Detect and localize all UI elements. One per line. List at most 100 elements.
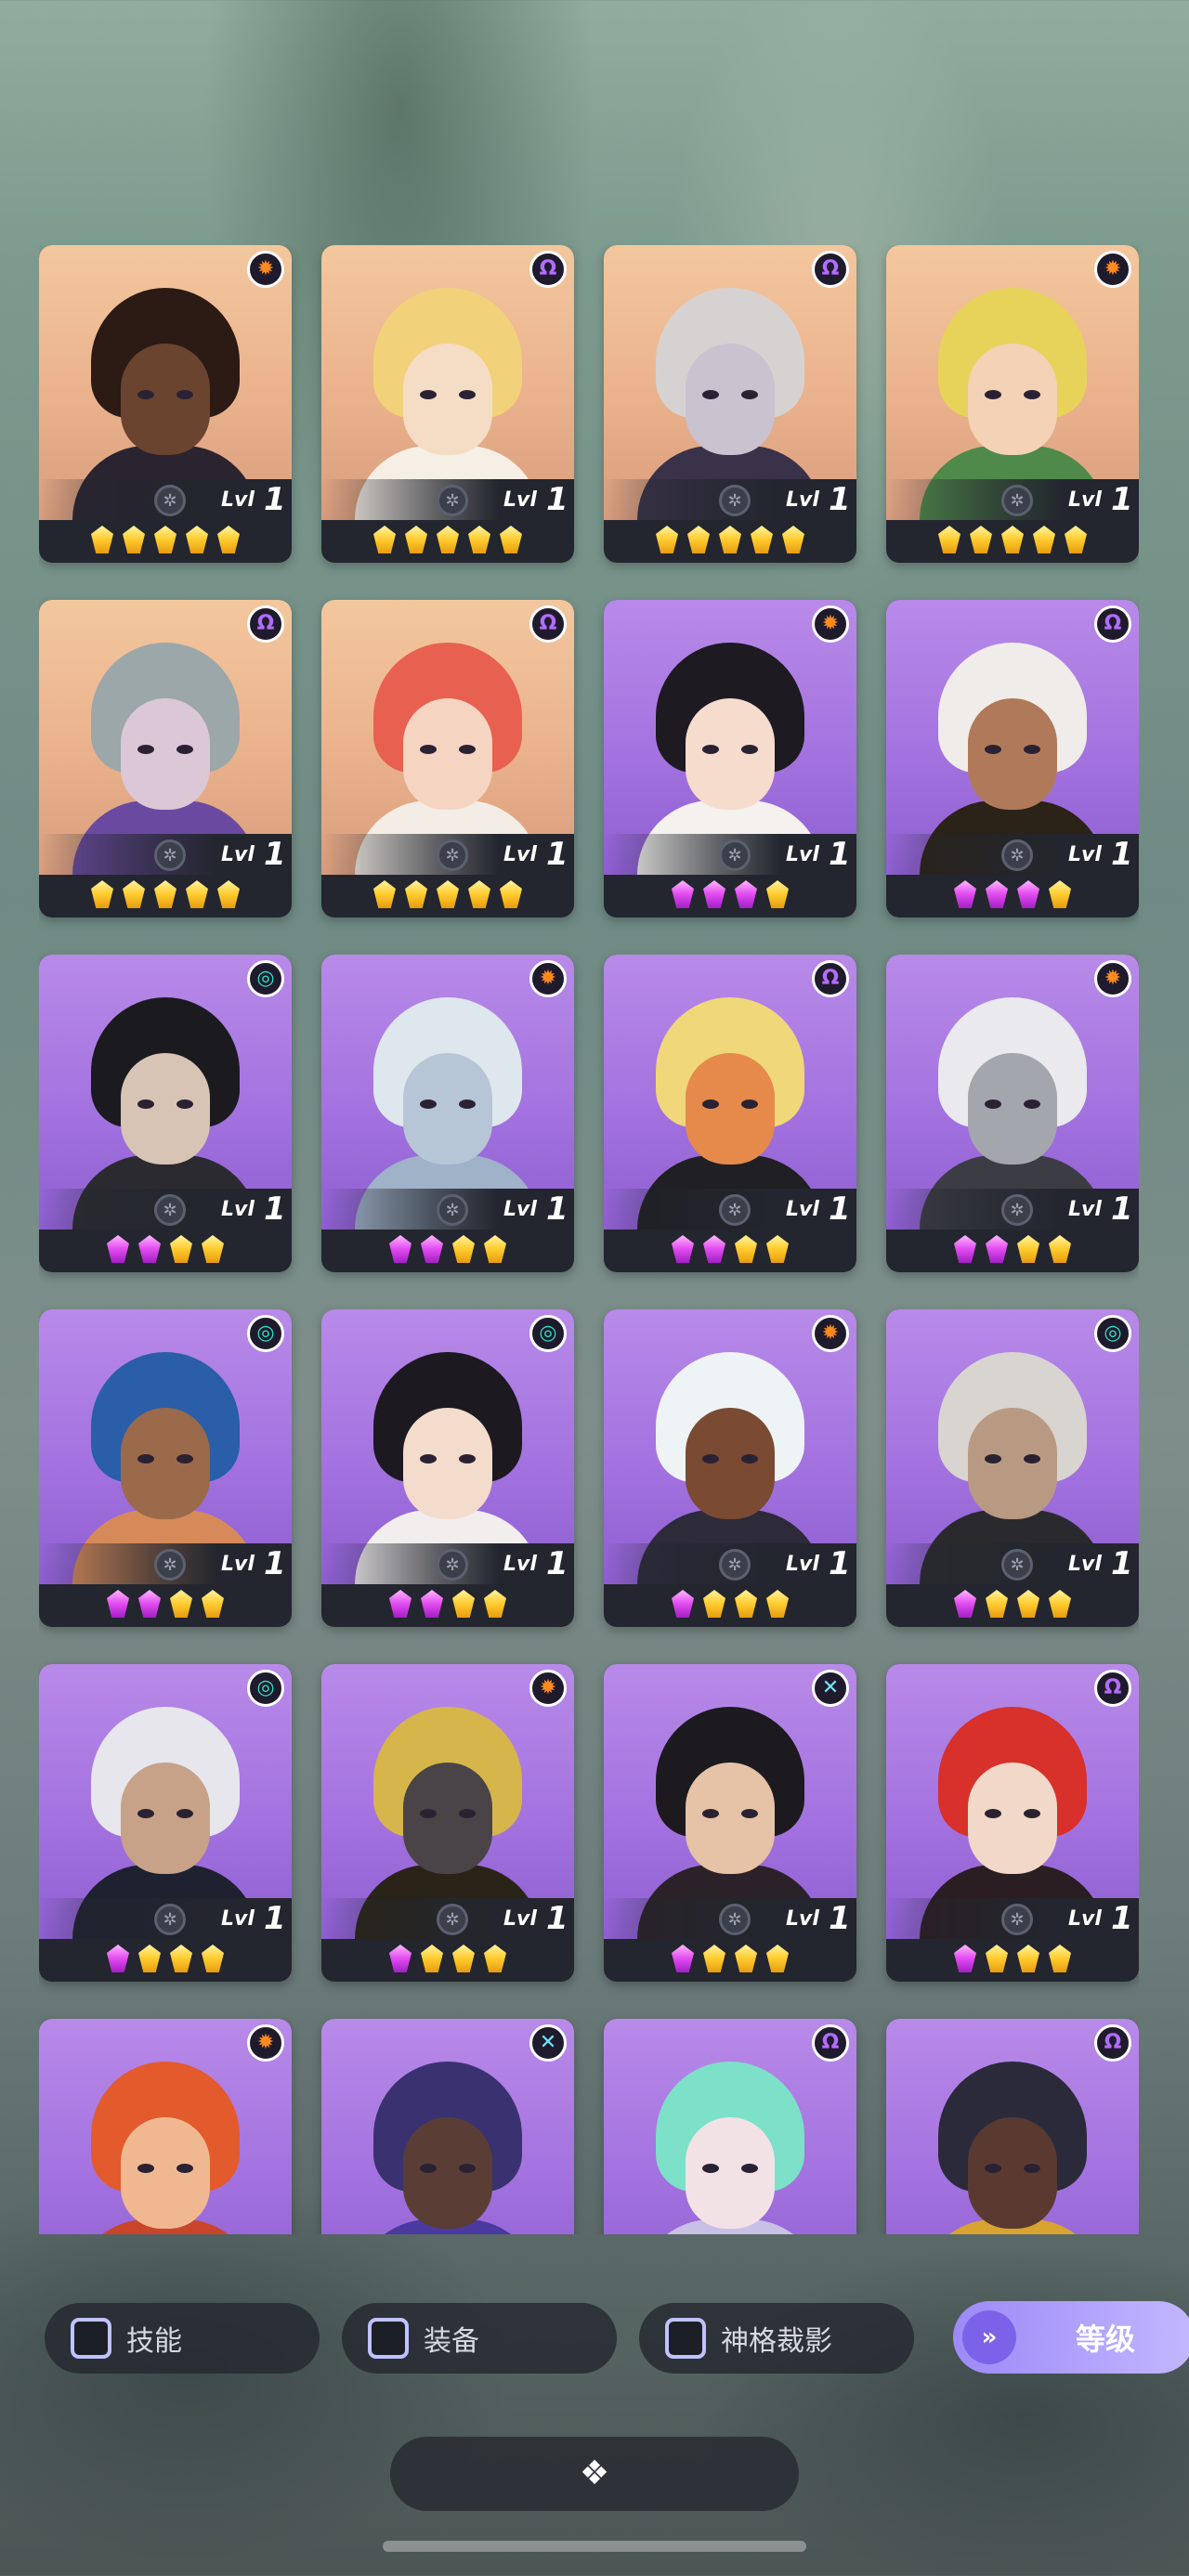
purple-star-gem-icon: [986, 880, 1008, 908]
star-rating: [886, 1945, 1139, 1974]
gold-star-gem-icon: [170, 1590, 192, 1618]
star-rating: [321, 526, 574, 555]
assassin-role-icon: Ω: [247, 605, 284, 643]
equipment-slot-icon: ✲: [1001, 1904, 1033, 1935]
hero-card[interactable]: ✹✲Lvl1: [604, 600, 856, 917]
level-value: 1: [546, 1190, 568, 1228]
gold-star-gem-icon: [217, 880, 240, 908]
assassin-role-icon: Ω: [529, 605, 567, 643]
hero-art: [72, 2062, 258, 2234]
divine-shadow-checkbox[interactable]: [665, 2318, 706, 2359]
purple-star-gem-icon: [672, 1945, 694, 1972]
gold-star-gem-icon: [703, 1945, 725, 1972]
star-rating: [321, 880, 574, 910]
bottom-menu-bar[interactable]: ❖: [390, 2437, 799, 2511]
filter-skill[interactable]: 技能: [45, 2303, 320, 2374]
support-role-icon: ◎: [1094, 1315, 1131, 1352]
level-value: 1: [546, 836, 568, 873]
equipment-slot-icon: ✲: [1001, 839, 1033, 871]
level-label: Lvl: [221, 1907, 255, 1931]
equipment-slot-icon: ✲: [154, 1194, 186, 1226]
hero-card[interactable]: Ω✲Lvl1: [321, 245, 574, 563]
hero-card[interactable]: ✹✲Lvl1: [321, 1664, 574, 1982]
hero-card[interactable]: Ω✲Lvl1: [886, 600, 1139, 917]
gold-star-gem-icon: [1049, 1590, 1071, 1618]
level-label: Lvl: [1068, 1553, 1102, 1576]
hero-card[interactable]: Ω✲Lvl1: [604, 2019, 856, 2234]
hero-card[interactable]: Ω✲Lvl1: [604, 245, 856, 563]
gold-star-gem-icon: [751, 526, 773, 553]
hero-card[interactable]: ✹✲Lvl1: [39, 245, 292, 563]
diamond-cluster-icon[interactable]: ❖: [580, 2457, 609, 2491]
level-label: Lvl: [1068, 1198, 1102, 1221]
assassin-role-icon: Ω: [529, 251, 567, 288]
hero-card[interactable]: Ω✲Lvl1: [886, 1664, 1139, 1982]
hero-card[interactable]: ◎ ✲ Lvl 1: [39, 1664, 292, 1982]
gold-star-gem-icon: [1017, 1590, 1039, 1618]
gold-star-gem-icon: [719, 526, 741, 553]
hero-card[interactable]: ✕✲Lvl1: [321, 2019, 574, 2234]
hero-card[interactable]: Ω✲Lvl1: [604, 955, 856, 1272]
purple-star-gem-icon: [672, 1590, 694, 1618]
hero-card[interactable]: ◎ ✲ Lvl 1: [39, 1309, 292, 1627]
equipment-slot-icon: ✲: [154, 1904, 186, 1935]
star-rating: [39, 526, 292, 555]
hero-card[interactable]: ✹✲Lvl1: [321, 955, 574, 1272]
divine-shadow-filter-label: 神格裁影: [721, 2325, 832, 2358]
tank-role-icon: ✹: [812, 605, 849, 643]
equipment-slot-icon: ✲: [719, 839, 751, 871]
support-role-icon: ◎: [247, 1315, 284, 1352]
level-value: 1: [264, 1900, 286, 1937]
gold-star-gem-icon: [468, 526, 490, 553]
gold-star-gem-icon: [186, 526, 208, 553]
gold-star-gem-icon: [986, 1590, 1008, 1618]
gold-star-gem-icon: [91, 526, 113, 553]
hero-card[interactable]: Ω✲Lvl1: [886, 2019, 1139, 2234]
hero-card[interactable]: ◎ ✲ Lvl 1: [39, 955, 292, 1272]
gold-star-gem-icon: [1049, 1945, 1071, 1972]
level-label: Lvl: [786, 843, 819, 866]
filter-divine-shadow[interactable]: 神格裁影: [639, 2303, 914, 2374]
hero-card[interactable]: ✹✲Lvl1: [886, 245, 1139, 563]
tank-role-icon: ✹: [247, 251, 284, 288]
hero-card[interactable]: ✹✲Lvl1: [604, 1309, 856, 1627]
hero-card[interactable]: ◎ ✲ Lvl 1: [321, 1309, 574, 1627]
level-label: Lvl: [786, 1553, 819, 1576]
skill-filter-label: 技能: [126, 2325, 182, 2358]
gold-star-gem-icon: [687, 526, 710, 553]
hero-card[interactable]: Ω✲Lvl1: [321, 600, 574, 917]
hero-card[interactable]: Ω✲Lvl1: [39, 600, 292, 917]
purple-star-gem-icon: [421, 1590, 443, 1618]
star-rating: [604, 880, 856, 910]
purple-star-gem-icon: [954, 1235, 976, 1263]
level-value: 1: [829, 481, 851, 518]
hero-card[interactable]: ✹✲Lvl1: [39, 2019, 292, 2234]
level-label: Lvl: [786, 488, 819, 512]
equipment-slot-icon: ✲: [437, 485, 468, 516]
level-value: 1: [829, 1545, 851, 1582]
gold-star-gem-icon: [186, 880, 208, 908]
purple-star-gem-icon: [703, 880, 725, 908]
gold-star-gem-icon: [735, 1235, 757, 1263]
equipment-checkbox[interactable]: [368, 2318, 409, 2359]
level-value: 1: [546, 481, 568, 518]
home-indicator[interactable]: [383, 2541, 806, 2552]
equipment-slot-icon: ✲: [437, 839, 468, 871]
filter-equipment[interactable]: 装备: [342, 2303, 617, 2374]
purple-star-gem-icon: [1017, 880, 1039, 908]
tank-role-icon: ✹: [1094, 960, 1131, 997]
gold-star-gem-icon: [766, 1235, 789, 1263]
gold-star-gem-icon: [766, 880, 789, 908]
gold-star-gem-icon: [154, 880, 176, 908]
sort-by-level-button[interactable]: » 等级: [953, 2301, 1189, 2374]
purple-star-gem-icon: [672, 1235, 694, 1263]
hero-card[interactable]: ✹✲Lvl1: [886, 955, 1139, 1272]
hero-grid: ✹ ✲ Lvl 1 Ω ✲ Lvl 1 Ω ✲ Lvl 1 ✹ ✲ Lvl 1 Ω ✲ Lvl 1 Ω ✲ Lvl 1 ✹ ✲ Lv…: [39, 245, 1139, 2234]
hero-card[interactable]: ◎ ✲ Lvl 1: [886, 1309, 1139, 1627]
equipment-slot-icon: ✲: [1001, 485, 1033, 516]
assassin-role-icon: Ω: [812, 960, 849, 997]
gold-star-gem-icon: [1049, 1235, 1071, 1263]
hero-card[interactable]: ✕✲Lvl1: [604, 1664, 856, 1982]
skill-checkbox[interactable]: [71, 2318, 111, 2359]
purple-star-gem-icon: [672, 880, 694, 908]
